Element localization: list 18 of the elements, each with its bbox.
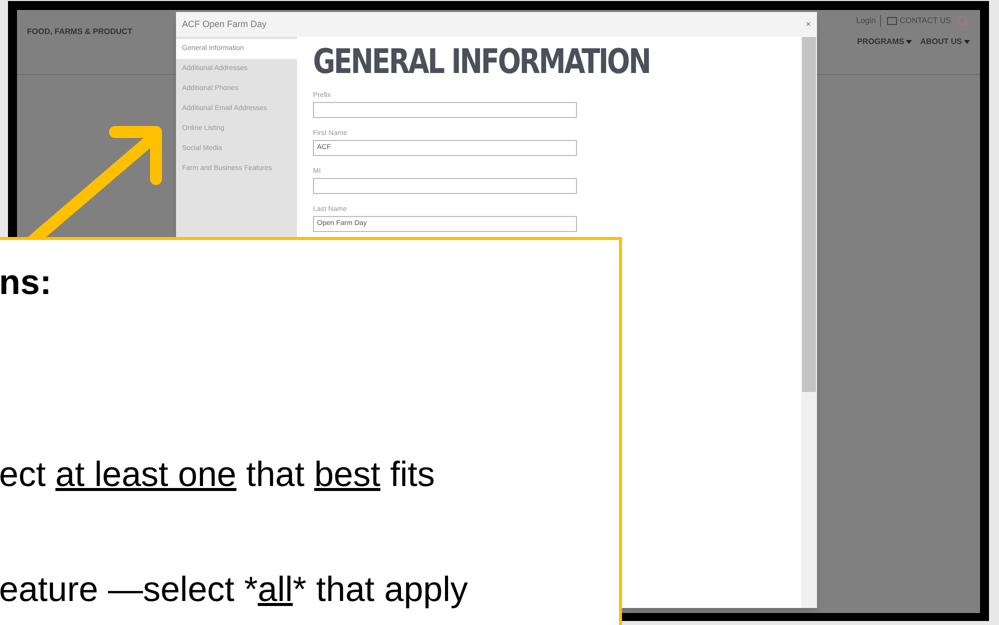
callout-heading: ns:: [0, 262, 52, 304]
input-field[interactable]: [313, 178, 577, 194]
top-link[interactable]: CONTACT US: [900, 15, 951, 27]
close-button[interactable]: ×: [806, 20, 811, 29]
scrollbar-thumb[interactable]: [802, 37, 816, 392]
nav-link[interactable]: ABOUT US: [920, 36, 970, 48]
section-heading: GENERAL INFORMATION: [313, 43, 651, 81]
caret-icon: [964, 40, 970, 44]
input-field[interactable]: [313, 102, 577, 118]
modal-title: ACF Open Farm Day: [182, 18, 267, 31]
top-link[interactable]: Login: [856, 15, 881, 27]
caret-icon: [906, 40, 912, 44]
nav-link[interactable]: FOOD, FARMS & PRODUCT: [27, 26, 132, 38]
instruction-text: ect at least one that best fits: [0, 454, 435, 496]
search-icon[interactable]: [957, 14, 970, 28]
scrollbar[interactable]: [801, 37, 817, 608]
nav-link[interactable]: PROGRAMS: [857, 36, 912, 48]
instruction-text: eature —select *all* that apply: [0, 569, 468, 611]
